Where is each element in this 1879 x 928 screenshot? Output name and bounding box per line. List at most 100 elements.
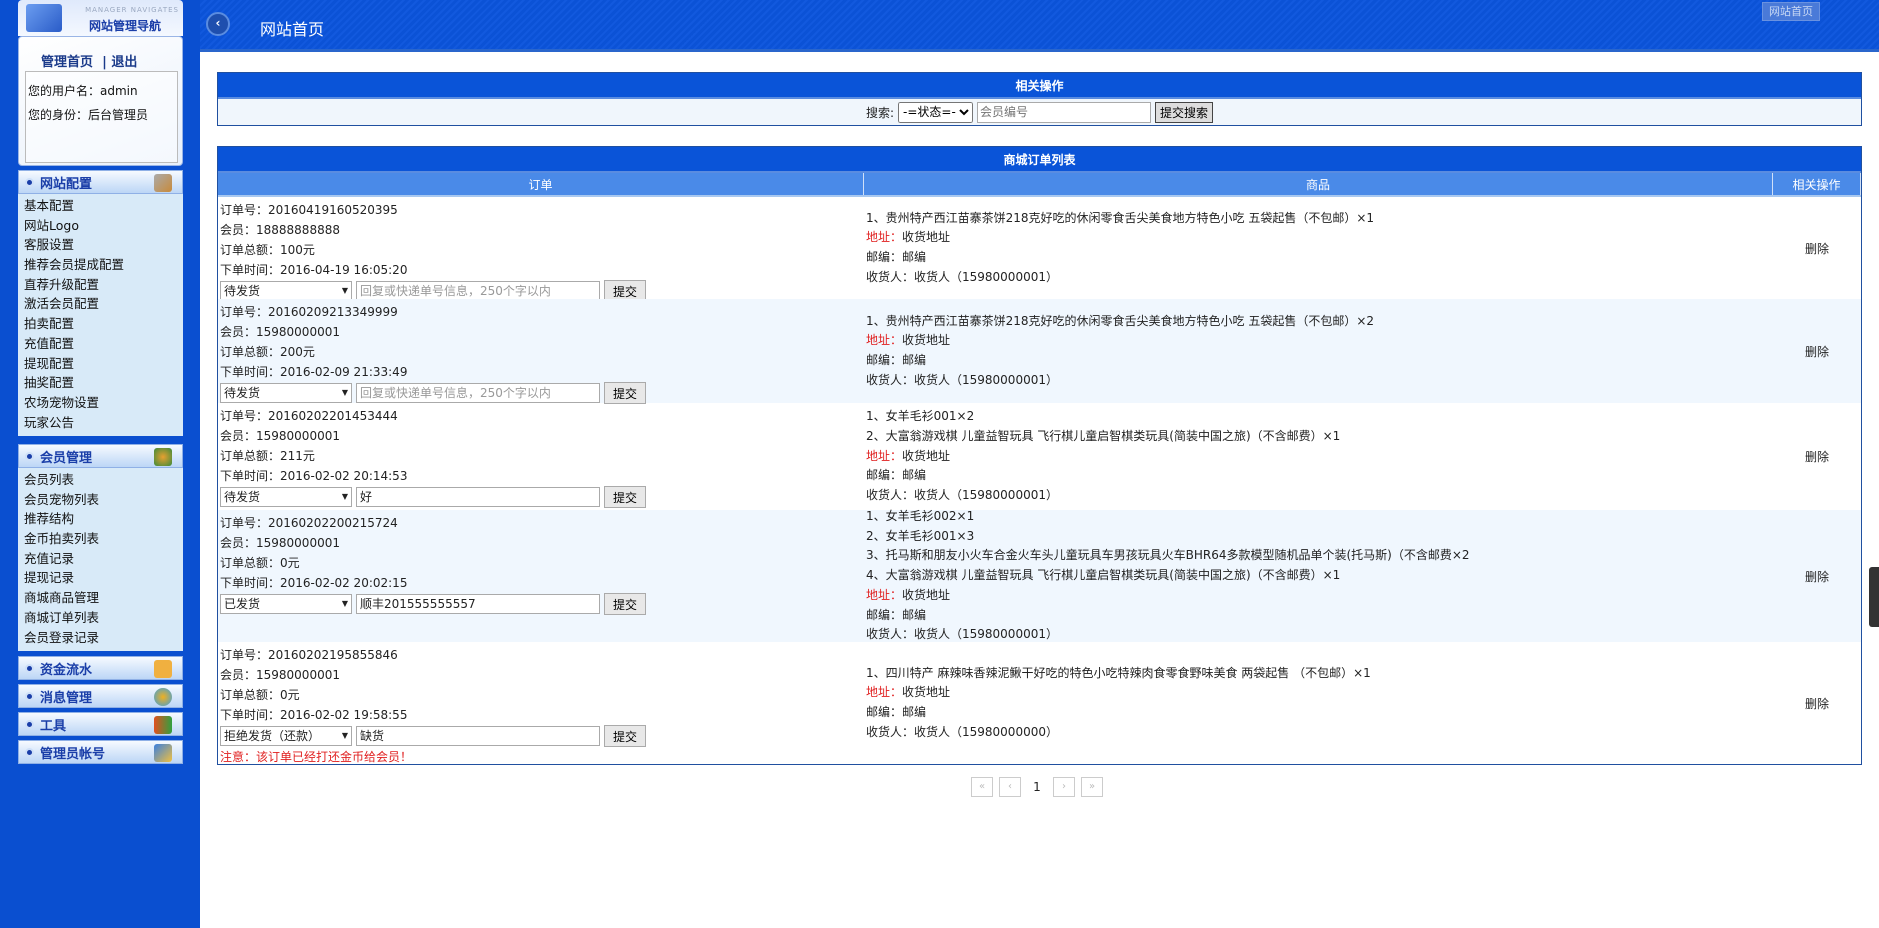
sidebar-logo: MANAGER NAVIGATES 网站管理导航 xyxy=(18,0,183,36)
order-total: 订单总额：211元 xyxy=(220,449,315,463)
receiver: 收货人：收货人（15980000000） xyxy=(866,724,1058,739)
orders-panel-title: 商城订单列表 xyxy=(218,147,1861,173)
order-submit-button[interactable]: 提交 xyxy=(604,725,646,747)
lock-icon xyxy=(154,660,172,678)
last-page-button[interactable]: » xyxy=(1081,777,1103,797)
address-value: 收货地址 xyxy=(902,685,951,700)
status-select[interactable]: -=状态=- xyxy=(898,101,974,123)
sidebar-item[interactable]: 会员宠物列表 xyxy=(24,490,183,510)
delete-link[interactable]: 删除 xyxy=(1773,403,1861,510)
sidebar-item[interactable]: 农场宠物设置 xyxy=(24,393,183,413)
section-header-site-config[interactable]: 网站配置 xyxy=(18,170,183,194)
search-submit-button[interactable]: 提交搜索 xyxy=(1155,101,1214,123)
reply-value: 缺货 xyxy=(360,729,385,743)
logout-link[interactable]: 退出 xyxy=(111,55,137,70)
order-time: 下单时间：2016-04-19 16:05:20 xyxy=(220,263,408,277)
order-submit-button[interactable]: 提交 xyxy=(604,593,646,615)
section-header-members[interactable]: 会员管理 xyxy=(18,444,183,468)
sidebar-item[interactable]: 推荐会员提成配置 xyxy=(24,255,183,275)
sidebar-item[interactable]: 会员列表 xyxy=(24,470,183,490)
bullet-icon xyxy=(25,451,34,461)
sidebar-item[interactable]: 会员登录记录 xyxy=(24,628,183,648)
delete-link[interactable]: 删除 xyxy=(1773,642,1861,764)
top-right-button[interactable]: 网站首页 xyxy=(1762,2,1820,21)
address-label: 地址： xyxy=(866,230,903,245)
reply-input[interactable]: 回复或快递单号信息，250个字以内 xyxy=(356,281,600,301)
first-page-button[interactable]: « xyxy=(971,777,993,797)
delete-link[interactable]: 删除 xyxy=(1773,510,1861,642)
sidebar-item[interactable]: 直荐升级配置 xyxy=(24,275,183,295)
reply-placeholder: 回复或快递单号信息，250个字以内 xyxy=(360,386,551,400)
search-panel: 相关操作 搜索: -=状态=- 提交搜索 xyxy=(217,72,1862,126)
sidebar-item[interactable]: 玩家公告 xyxy=(24,413,183,433)
sidebar-item[interactable]: 推荐结构 xyxy=(24,509,183,529)
sidebar-item[interactable]: 抽奖配置 xyxy=(24,373,183,393)
order-total: 订单总额：200元 xyxy=(220,345,315,359)
next-page-button[interactable]: › xyxy=(1053,777,1075,797)
order-status-select[interactable]: 待发货 ▼ xyxy=(220,281,352,301)
sidebar-item[interactable]: 充值配置 xyxy=(24,334,183,354)
order-status-value: 已发货 xyxy=(224,597,261,611)
order-status-select[interactable]: 已发货 ▼ xyxy=(220,594,352,614)
order-status-value: 待发货 xyxy=(224,386,261,400)
tools-icon xyxy=(154,174,172,192)
gears-icon xyxy=(154,688,172,706)
order-cell: 订单号：20160419160520395 会员：18888888888 订单总… xyxy=(218,197,864,302)
dropdown-arrow-icon: ▼ xyxy=(341,731,348,740)
reply-input[interactable]: 回复或快递单号信息，250个字以内 xyxy=(356,383,600,403)
sidebar-section-tools: 工具 xyxy=(18,712,183,736)
delete-link[interactable]: 删除 xyxy=(1773,299,1861,403)
sidebar-item[interactable]: 提现记录 xyxy=(24,568,183,588)
order-submit-button[interactable]: 提交 xyxy=(604,486,646,508)
reply-input[interactable]: 缺货 xyxy=(356,726,600,746)
section-header-funds[interactable]: 资金流水 xyxy=(18,656,183,680)
reply-input[interactable]: 顺丰201555555557 xyxy=(356,594,600,614)
edit-icon xyxy=(154,744,172,762)
order-total: 订单总额：0元 xyxy=(220,688,300,702)
side-scroll-handle[interactable] xyxy=(1869,567,1879,627)
order-status-select[interactable]: 拒绝发货（还款） ▼ xyxy=(220,726,352,746)
sidebar-item[interactable]: 商城商品管理 xyxy=(24,588,183,608)
section-header-tools[interactable]: 工具 xyxy=(18,712,183,736)
sidebar-section-site-config: 网站配置 基本配置 网站Logo 客服设置 推荐会员提成配置 直荐升级配置 激活… xyxy=(18,170,183,437)
goods-cell: 1、贵州特产西江苗寨茶饼218克好吃的休闲零食舌尖美食地方特色小吃 五袋起售（不… xyxy=(864,299,1773,403)
sidebar-section-admin-account: 管理员帐号 xyxy=(18,740,183,764)
sidebar-item[interactable]: 金币拍卖列表 xyxy=(24,529,183,549)
order-status-select[interactable]: 待发货 ▼ xyxy=(220,487,352,507)
sidebar-item[interactable]: 商城订单列表 xyxy=(24,608,183,628)
admin-home-link[interactable]: 管理首页 xyxy=(41,55,93,70)
receiver: 收货人：收货人（15980000001） xyxy=(866,372,1058,387)
sidebar-section-messages: 消息管理 xyxy=(18,684,183,708)
reply-input[interactable]: 好 xyxy=(356,487,600,507)
column-header-goods: 商品 xyxy=(864,173,1773,195)
address-label: 地址： xyxy=(866,448,903,463)
sidebar-item[interactable]: 基本配置 xyxy=(24,196,183,216)
logo-title: 网站管理导航 xyxy=(88,19,161,33)
receiver: 收货人：收货人（15980000001） xyxy=(866,269,1058,284)
bullet-icon xyxy=(25,177,34,187)
back-button[interactable]: ‹ xyxy=(206,12,230,36)
order-cell: 订单号：20160202195855846 会员：15980000001 订单总… xyxy=(218,642,864,764)
user-info-box: 管理首页 | 退出 您的用户名：admin 您的身份：后台管理员 xyxy=(18,36,183,166)
sidebar-item[interactable]: 客服设置 xyxy=(24,235,183,255)
goods-item: 1、女羊毛衫002×1 xyxy=(866,509,975,524)
prev-page-button[interactable]: ‹ xyxy=(999,777,1021,797)
sidebar-item[interactable]: 充值记录 xyxy=(24,549,183,569)
member-id-input[interactable] xyxy=(977,101,1152,123)
sidebar-item[interactable]: 拍卖配置 xyxy=(24,314,183,334)
sidebar-item[interactable]: 提现配置 xyxy=(24,354,183,374)
order-submit-button[interactable]: 提交 xyxy=(604,382,646,404)
order-number: 订单号：20160202200215724 xyxy=(220,516,398,530)
section-title: 消息管理 xyxy=(40,690,93,706)
sidebar-item[interactable]: 网站Logo xyxy=(24,216,183,236)
order-time: 下单时间：2016-02-09 21:33:49 xyxy=(220,365,408,379)
order-status-select[interactable]: 待发货 ▼ xyxy=(220,383,352,403)
section-header-messages[interactable]: 消息管理 xyxy=(18,684,183,708)
goods-cell: 1、贵州特产西江苗寨茶饼218克好吃的休闲零食舌尖美食地方特色小吃 五袋起售（不… xyxy=(864,197,1773,299)
sidebar-item[interactable]: 激活会员配置 xyxy=(24,294,183,314)
tool-icon xyxy=(154,716,172,734)
section-header-admin-account[interactable]: 管理员帐号 xyxy=(18,740,183,764)
computer-icon xyxy=(26,4,62,32)
address-value: 收货地址 xyxy=(902,587,951,602)
delete-link[interactable]: 删除 xyxy=(1773,197,1861,299)
